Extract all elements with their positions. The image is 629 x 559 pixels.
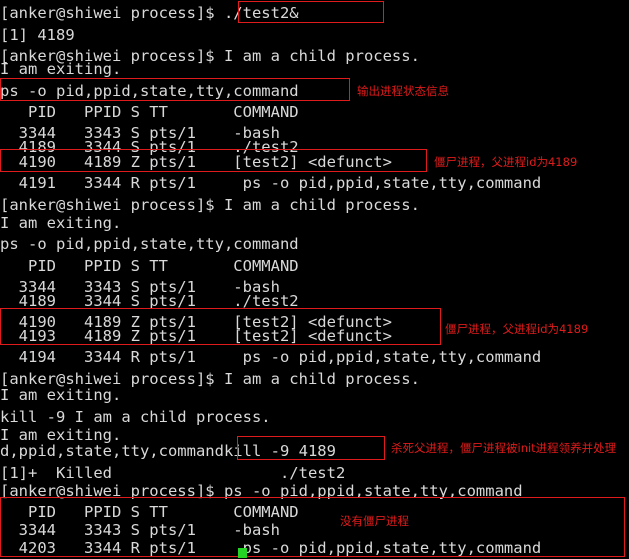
terminal-line: ps -o pid,ppid,state,tty,command xyxy=(0,82,299,100)
annotation-kill-parent: 杀死父进程，僵尸进程被init进程领养并处理 xyxy=(391,441,617,455)
terminal-line: [anker@shiwei process]$ ./test2& xyxy=(0,4,299,22)
terminal-line: I am exiting. xyxy=(0,60,122,78)
terminal-window[interactable]: [anker@shiwei process]$ ./test2& [1] 4189… xyxy=(0,0,629,558)
terminal-line: 4190 4189 Z pts/1 [test2] <defunct> xyxy=(0,153,392,171)
terminal-line: ps -o pid,ppid,state,tty,command xyxy=(0,235,299,253)
terminal-line: 4194 3344 R pts/1 ps -o pid,ppid,state,t… xyxy=(0,348,542,366)
terminal-line: 4203 3344 R pts/1 ps -o pid,ppid,state,t… xyxy=(0,539,542,557)
terminal-line: I am exiting. xyxy=(0,214,122,232)
annotation-zombie-2: 僵尸进程，父进程id为4189 xyxy=(445,322,589,336)
terminal-line: PID PPID S TT COMMAND xyxy=(0,257,299,275)
terminal-line: [1] 4189 xyxy=(0,26,75,44)
terminal-line: I am exiting. xyxy=(0,386,122,404)
terminal-line: d,ppid,state,tty,commandkill -9 4189 xyxy=(0,442,336,460)
terminal-line: [anker@shiwei process]$ ps -o pid,ppid,s… xyxy=(0,482,523,500)
terminal-line: 4191 3344 R pts/1 ps -o pid,ppid,state,t… xyxy=(0,174,542,192)
terminal-line: 4189 3344 S pts/1 ./test2 xyxy=(0,292,299,310)
annotation-zombie-1: 僵尸进程，父进程id为4189 xyxy=(434,155,578,169)
terminal-line: 4193 4189 Z pts/1 [test2] <defunct> xyxy=(0,327,392,345)
annotation-ps-output: 输出进程状态信息 xyxy=(357,84,449,98)
annotation-no-zombie: 没有僵尸进程 xyxy=(340,514,409,528)
terminal-line: PID PPID S TT COMMAND xyxy=(0,103,299,121)
